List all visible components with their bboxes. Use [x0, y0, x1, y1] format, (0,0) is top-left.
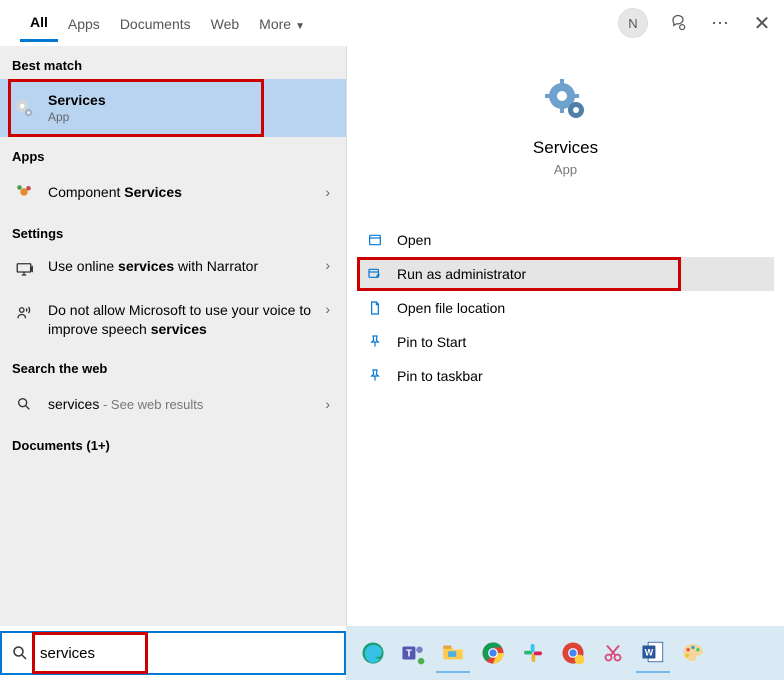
- best-match-subtitle: App: [48, 110, 334, 124]
- gear-icon: [12, 96, 36, 120]
- feedback-icon[interactable]: [666, 11, 690, 35]
- tab-apps[interactable]: Apps: [58, 6, 110, 41]
- more-options-icon[interactable]: ⋯: [708, 11, 732, 35]
- user-avatar[interactable]: N: [618, 8, 648, 38]
- apps-label: Apps: [0, 137, 346, 170]
- result-component-services[interactable]: Component Services ›: [0, 170, 346, 214]
- taskbar-slack-icon[interactable]: [516, 633, 550, 673]
- taskbar: T W: [346, 626, 784, 680]
- action-label: Open file location: [397, 300, 505, 316]
- chevron-right-icon: ›: [321, 184, 334, 200]
- preview-panel: Services App Open Run as administrator O…: [346, 46, 784, 626]
- monitor-icon: [12, 257, 36, 281]
- result-settings-speech[interactable]: Do not allow Microsoft to use your voice…: [0, 291, 346, 349]
- action-pin-to-start[interactable]: Pin to Start: [357, 325, 774, 359]
- best-match-services[interactable]: Services App: [0, 79, 346, 137]
- result-settings-narrator[interactable]: Use online services with Narrator ›: [0, 247, 346, 291]
- svg-text:T: T: [406, 648, 412, 659]
- speech-icon: [12, 301, 36, 325]
- chevron-down-icon: ▼: [295, 21, 305, 32]
- best-match-label: Best match: [0, 46, 346, 79]
- search-input[interactable]: [38, 633, 344, 673]
- tab-more[interactable]: More▼: [249, 6, 315, 41]
- taskbar-paint-icon[interactable]: [676, 633, 710, 673]
- preview-title: Services: [347, 138, 784, 158]
- action-run-as-administrator[interactable]: Run as administrator: [357, 257, 774, 291]
- settings-label: Settings: [0, 214, 346, 247]
- result-title: services - See web results: [48, 396, 321, 412]
- action-open-file-location[interactable]: Open file location: [357, 291, 774, 325]
- results-panel: Best match Services App Apps: [0, 46, 346, 626]
- taskbar-edge-icon[interactable]: [356, 633, 390, 673]
- component-icon: [12, 180, 36, 204]
- action-label: Open: [397, 232, 431, 248]
- search-box[interactable]: [0, 631, 346, 675]
- chevron-right-icon: ›: [321, 301, 334, 317]
- close-button[interactable]: ✕: [750, 11, 774, 35]
- svg-text:W: W: [645, 647, 654, 657]
- result-title: Use online services with Narrator: [48, 257, 321, 276]
- taskbar-explorer-icon[interactable]: [436, 633, 470, 673]
- services-app-icon: [542, 76, 590, 124]
- taskbar-teams-icon[interactable]: T: [396, 633, 430, 673]
- tab-all[interactable]: All: [20, 4, 58, 42]
- action-open[interactable]: Open: [357, 223, 774, 257]
- search-icon: [12, 392, 36, 416]
- search-icon: [2, 644, 38, 662]
- taskbar-chrome-icon[interactable]: [476, 633, 510, 673]
- search-web-label: Search the web: [0, 349, 346, 382]
- tab-web[interactable]: Web: [201, 6, 250, 41]
- chevron-right-icon: ›: [321, 396, 334, 412]
- chevron-right-icon: ›: [321, 257, 334, 273]
- taskbar-chrome-canary-icon[interactable]: [556, 633, 590, 673]
- tab-documents[interactable]: Documents: [110, 6, 201, 41]
- result-title: Component Services: [48, 184, 321, 200]
- taskbar-word-icon[interactable]: W: [636, 633, 670, 673]
- action-pin-to-taskbar[interactable]: Pin to taskbar: [357, 359, 774, 393]
- preview-subtitle: App: [347, 162, 784, 177]
- result-web-services[interactable]: services - See web results ›: [0, 382, 346, 426]
- action-label: Pin to Start: [397, 334, 466, 350]
- scope-tabs: All Apps Documents Web More▼ N ⋯ ✕: [0, 0, 784, 46]
- result-title: Do not allow Microsoft to use your voice…: [48, 301, 321, 339]
- action-label: Run as administrator: [397, 266, 526, 282]
- action-label: Pin to taskbar: [397, 368, 483, 384]
- taskbar-snip-icon[interactable]: [596, 633, 630, 673]
- documents-label: Documents (1+): [0, 426, 346, 459]
- best-match-title: Services: [48, 92, 334, 108]
